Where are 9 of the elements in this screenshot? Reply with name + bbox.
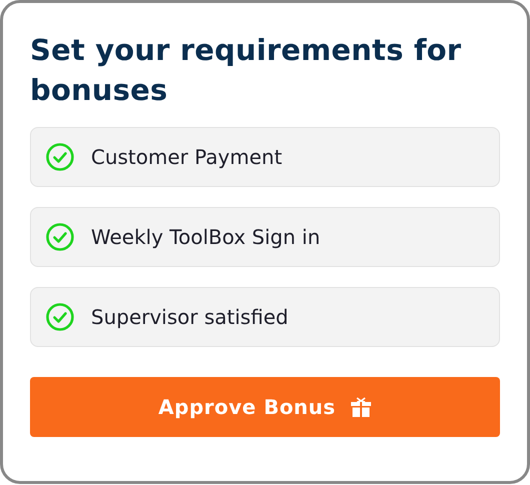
requirement-label: Weekly ToolBox Sign in xyxy=(91,225,320,249)
card-title: Set your requirements for bonuses xyxy=(30,32,462,109)
requirement-label: Supervisor satisfied xyxy=(91,305,288,329)
check-circle-icon[interactable] xyxy=(45,222,75,252)
check-circle-icon[interactable] xyxy=(45,142,75,172)
gift-icon xyxy=(350,396,372,418)
requirement-label: Customer Payment xyxy=(91,145,282,169)
check-circle-icon[interactable] xyxy=(45,302,75,332)
approve-button[interactable]: Approve Bonus xyxy=(30,377,500,437)
